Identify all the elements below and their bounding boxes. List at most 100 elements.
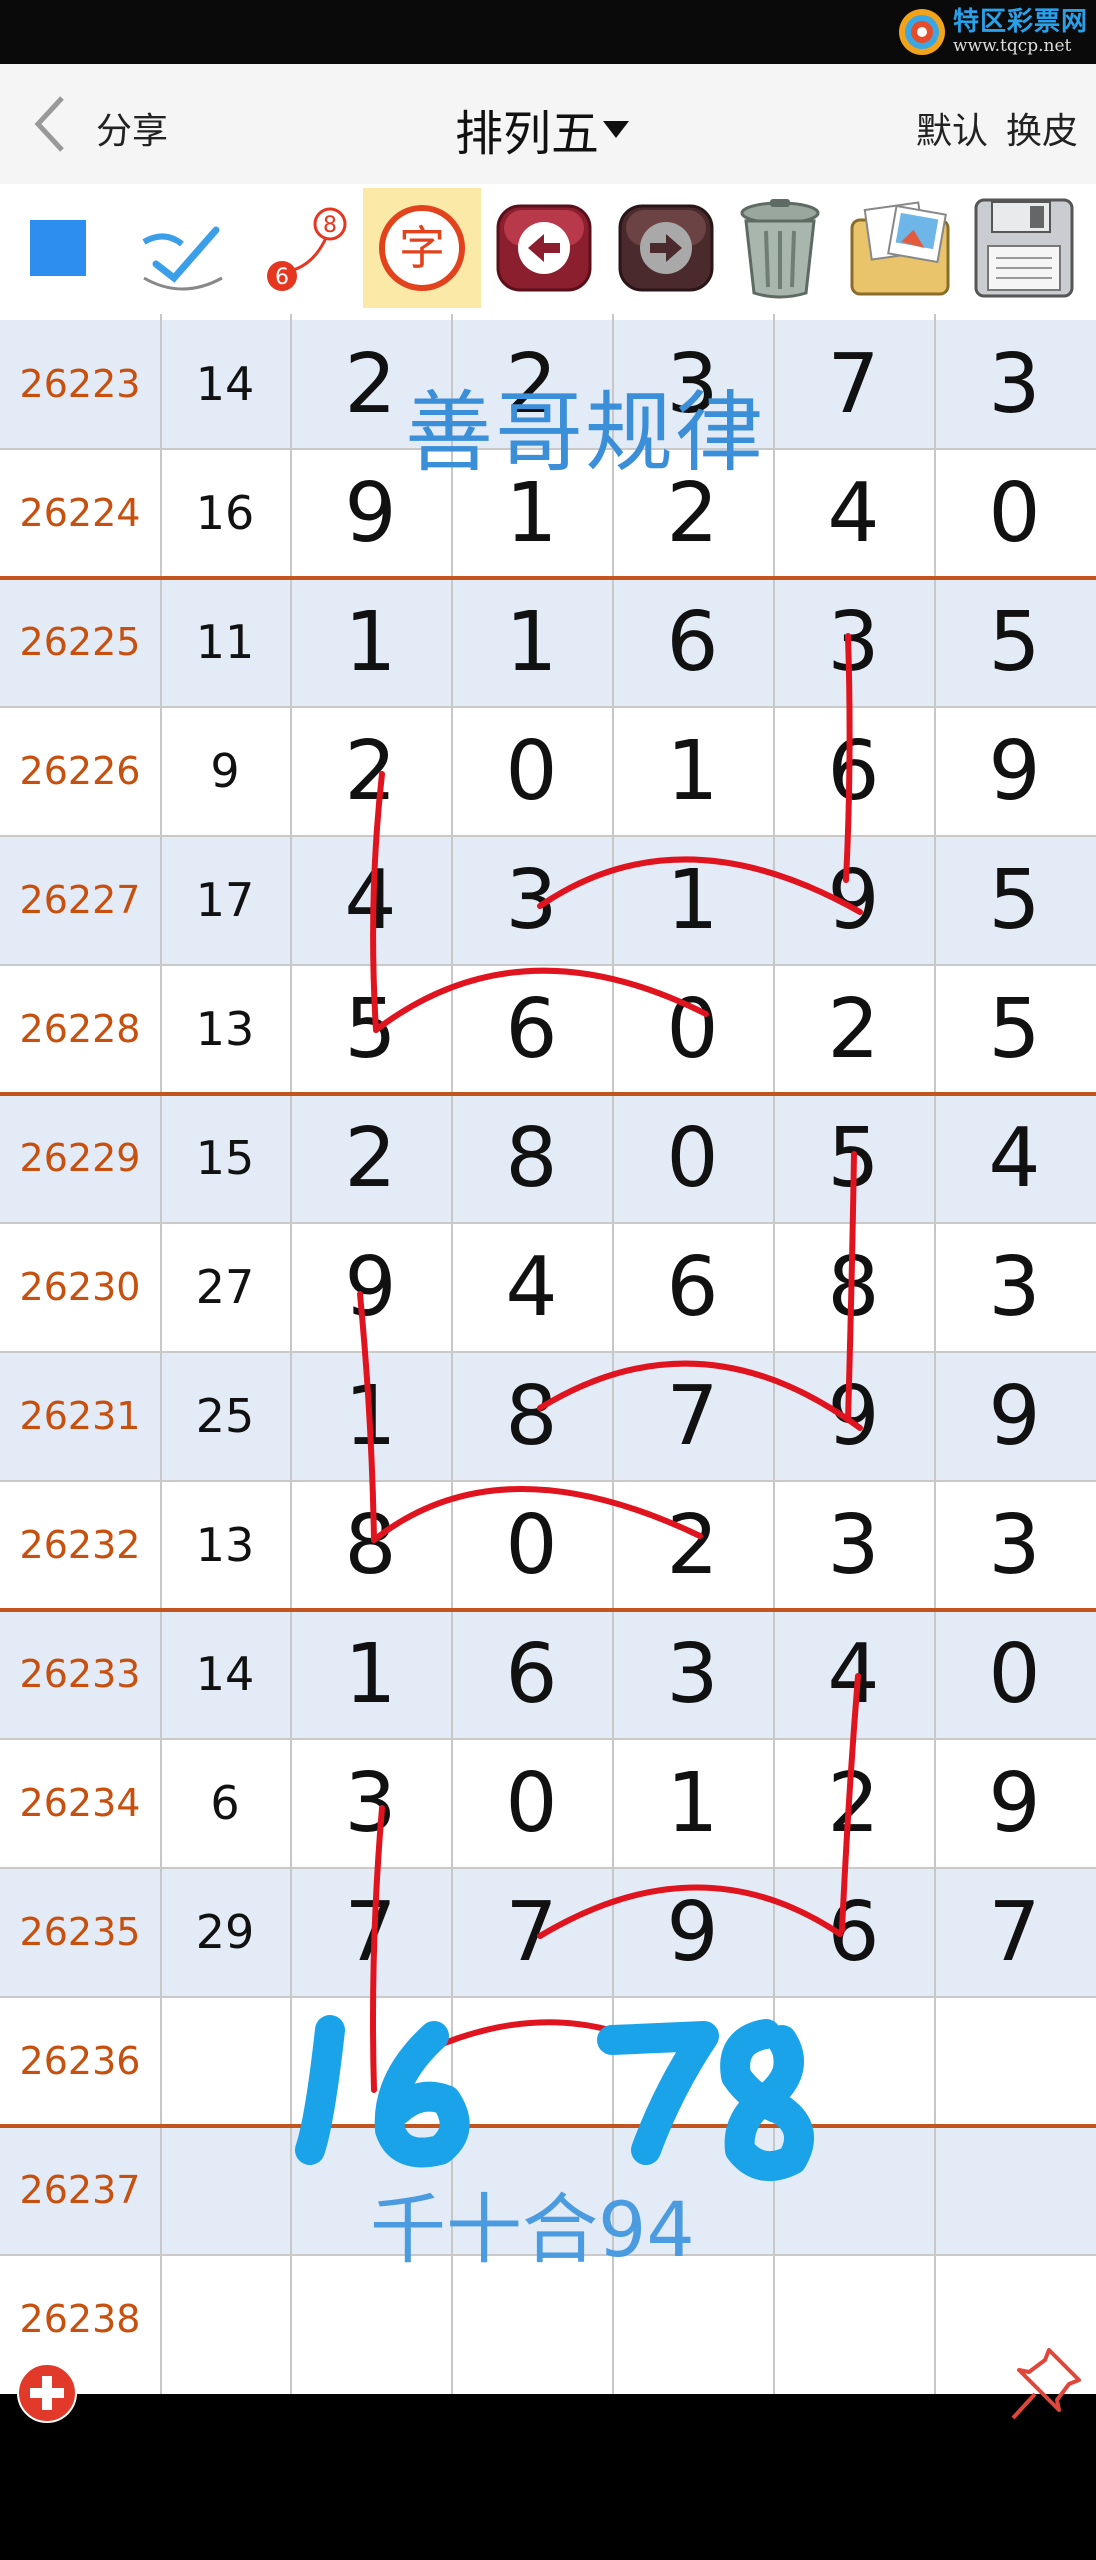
share-button[interactable]: 分享 — [96, 102, 168, 154]
digit-cell[interactable]: 6 — [773, 1868, 934, 1996]
digit-cell[interactable] — [773, 2126, 934, 2254]
issue-number: 26234 — [19, 1781, 141, 1825]
digit-cell[interactable]: 5 — [934, 578, 1095, 706]
digit-cell[interactable]: 4 — [773, 1610, 934, 1738]
redo-tool[interactable] — [610, 190, 722, 306]
digit-cell[interactable]: 4 — [934, 1094, 1095, 1222]
issue-number: 26224 — [19, 491, 141, 535]
digit-sum: 15 — [195, 1131, 255, 1185]
pushpin-icon[interactable] — [1005, 2344, 1085, 2424]
digit-cell[interactable]: 1 — [290, 1610, 451, 1738]
row-divider — [0, 964, 1096, 966]
digit-cell[interactable]: 9 — [934, 1739, 1095, 1867]
digit-cell[interactable]: 4 — [451, 1223, 612, 1351]
nav-bar: 分享 排列五 默认 换皮 — [0, 64, 1096, 184]
digit-cell[interactable]: 1 — [290, 578, 451, 706]
table-row: 26236 — [0, 1997, 1096, 2125]
connect-tool[interactable]: 8 6 — [250, 190, 362, 306]
digit-cell[interactable]: 8 — [451, 1094, 612, 1222]
digit-cell[interactable] — [612, 1997, 773, 2125]
column-divider — [612, 314, 614, 2394]
connect-label-bottom: 6 — [275, 265, 289, 290]
digit-cell[interactable]: 0 — [451, 1481, 612, 1609]
digit-sum: 13 — [195, 1518, 255, 1572]
digit-cell[interactable]: 4 — [773, 449, 934, 577]
digit-cell[interactable]: 7 — [773, 320, 934, 448]
square-tool[interactable] — [2, 190, 114, 306]
digit-cell[interactable]: 1 — [451, 578, 612, 706]
digit-cell[interactable]: 9 — [612, 1868, 773, 1996]
digit-cell[interactable]: 0 — [612, 1094, 773, 1222]
digit-cell[interactable]: 5 — [934, 836, 1095, 964]
digit-cell[interactable]: 0 — [451, 707, 612, 835]
digit-cell[interactable]: 6 — [612, 578, 773, 706]
digit-cell[interactable]: 1 — [290, 1352, 451, 1480]
album-tool[interactable] — [844, 190, 956, 306]
digit-cell[interactable]: 9 — [773, 1352, 934, 1480]
column-divider — [773, 314, 775, 2394]
digit-cell[interactable]: 6 — [451, 965, 612, 1093]
digit-cell[interactable]: 2 — [773, 965, 934, 1093]
lottery-selector[interactable]: 排列五 — [455, 94, 630, 164]
issue-number: 26226 — [19, 749, 141, 793]
digit-cell[interactable]: 0 — [451, 1739, 612, 1867]
digit-cell[interactable]: 5 — [934, 965, 1095, 1093]
skin-button[interactable]: 换皮 — [1006, 102, 1078, 154]
digit-cell[interactable]: 5 — [773, 1094, 934, 1222]
digit-cell[interactable]: 8 — [290, 1481, 451, 1609]
digit-cell[interactable] — [451, 1997, 612, 2125]
digit-cell[interactable]: 4 — [290, 836, 451, 964]
digit-cell[interactable]: 8 — [773, 1223, 934, 1351]
digit-cell[interactable]: 0 — [934, 449, 1095, 577]
digit-cell[interactable]: 5 — [290, 965, 451, 1093]
digit-cell[interactable]: 3 — [934, 1481, 1095, 1609]
pen-tool[interactable] — [126, 190, 238, 306]
digit-sum: 16 — [195, 486, 255, 540]
digit-cell[interactable]: 1 — [612, 1739, 773, 1867]
digit-cell[interactable] — [934, 2126, 1095, 2254]
watermark-name: 特区彩票网 — [952, 7, 1088, 37]
digit-cell[interactable]: 3 — [934, 1223, 1095, 1351]
digit-cell[interactable]: 2 — [612, 1481, 773, 1609]
digit-cell[interactable]: 6 — [612, 1223, 773, 1351]
digit-cell[interactable] — [773, 1997, 934, 2125]
digit-cell[interactable]: 9 — [773, 836, 934, 964]
digit-cell[interactable]: 1 — [612, 707, 773, 835]
back-chevron-icon[interactable] — [22, 92, 82, 156]
group-separator — [0, 1092, 1096, 1096]
digit-cell[interactable]: 0 — [612, 965, 773, 1093]
digit-cell[interactable]: 2 — [290, 1094, 451, 1222]
digit-cell[interactable] — [773, 2255, 934, 2383]
digit-cell[interactable]: 2 — [290, 707, 451, 835]
digit-cell[interactable]: 7 — [612, 1352, 773, 1480]
digit-cell[interactable]: 3 — [451, 836, 612, 964]
digit-cell[interactable]: 8 — [451, 1352, 612, 1480]
digit-cell[interactable]: 3 — [773, 578, 934, 706]
plus-circle-icon[interactable] — [16, 2362, 78, 2424]
digit-cell[interactable]: 7 — [290, 1868, 451, 1996]
digit-sum: 14 — [195, 1647, 255, 1701]
digit-cell[interactable] — [934, 1997, 1095, 2125]
digit-cell[interactable]: 9 — [934, 1352, 1095, 1480]
save-tool[interactable] — [968, 190, 1080, 306]
digit-cell[interactable]: 6 — [773, 707, 934, 835]
digit-cell[interactable]: 3 — [612, 1610, 773, 1738]
digit-cell[interactable]: 7 — [451, 1868, 612, 1996]
digit-cell[interactable]: 7 — [934, 1868, 1095, 1996]
digit-cell[interactable]: 0 — [934, 1610, 1095, 1738]
default-button[interactable]: 默认 — [916, 102, 988, 154]
digit-cell[interactable]: 6 — [451, 1610, 612, 1738]
draw-table[interactable]: 26223 14 2 2 3 7 3 26224 16 9 1 2 4 0 26225 11 1 1 6 3 5 2622… — [0, 314, 1096, 2394]
digit-cell[interactable]: 3 — [934, 320, 1095, 448]
column-divider — [160, 314, 162, 2394]
undo-tool[interactable] — [488, 190, 600, 306]
text-tool[interactable]: 字 — [363, 188, 481, 308]
digit-cell[interactable]: 9 — [290, 1223, 451, 1351]
digit-cell[interactable] — [290, 1997, 451, 2125]
trash-tool[interactable] — [724, 190, 836, 306]
digit-cell[interactable]: 9 — [934, 707, 1095, 835]
digit-cell[interactable]: 1 — [612, 836, 773, 964]
digit-cell[interactable]: 3 — [290, 1739, 451, 1867]
digit-cell[interactable]: 3 — [773, 1481, 934, 1609]
digit-cell[interactable]: 2 — [773, 1739, 934, 1867]
